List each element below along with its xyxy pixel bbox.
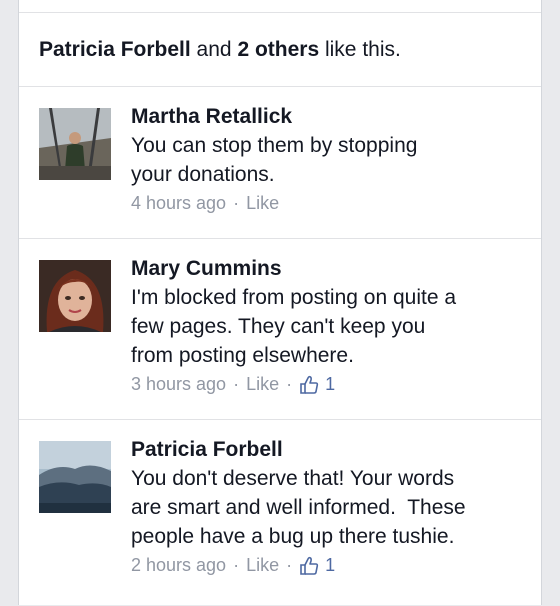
avatar[interactable] [39, 260, 111, 332]
avatar-photo [39, 441, 111, 513]
like-link[interactable]: Like [246, 189, 279, 218]
liker-name[interactable]: Patricia Forbell [39, 38, 191, 62]
meta-separator: · [233, 555, 240, 575]
comment-text-line: I'm blocked from posting on quite a [131, 286, 457, 309]
thumbs-up-icon[interactable] [299, 375, 319, 395]
comment-time[interactable]: 4 hours ago [131, 189, 226, 218]
comment-text-line: few pages. They can't keep you [131, 315, 426, 338]
comment-item: Martha Retallick You can stop them by st… [19, 87, 541, 239]
avatar-photo [39, 260, 111, 332]
comment-item: Mary Cummins I'm blocked from posting on… [19, 239, 541, 420]
like-count[interactable]: 1 [325, 370, 335, 399]
meta-separator: · [286, 374, 293, 394]
comment-meta: 2 hours ago · Like · 1 [131, 551, 529, 580]
comment-text-line: You don't deserve that! Your words [131, 467, 455, 490]
comment-meta: 3 hours ago · Like · 1 [131, 370, 529, 399]
avatar-photo [39, 108, 111, 180]
likes-summary[interactable]: Patricia Forbell and 2 others like this. [19, 13, 541, 87]
comment-author[interactable]: Patricia Forbell [131, 435, 529, 464]
meta-separator: · [233, 374, 240, 394]
meta-separator: · [233, 193, 240, 213]
comment-time[interactable]: 2 hours ago [131, 551, 226, 580]
meta-separator: · [286, 555, 293, 575]
like-this-text: like this. [319, 37, 401, 61]
like-link[interactable]: Like [246, 370, 279, 399]
and-text: and [190, 37, 238, 61]
like-link[interactable]: Like [246, 551, 279, 580]
comment-item: Patricia Forbell You don't deserve that!… [19, 420, 541, 606]
avatar[interactable] [39, 441, 111, 513]
top-divider [19, 0, 541, 13]
thumbs-up-icon[interactable] [299, 556, 319, 576]
comment-text-line: your donations. [131, 163, 275, 186]
like-count[interactable]: 1 [325, 551, 335, 580]
comment-author[interactable]: Mary Cummins [131, 254, 529, 283]
comment-text-line: from posting elsewhere. [131, 344, 354, 367]
comments-card: Patricia Forbell and 2 others like this.… [18, 0, 542, 605]
comment-author[interactable]: Martha Retallick [131, 102, 529, 131]
avatar[interactable] [39, 108, 111, 180]
comment-text-line: You can stop them by stopping [131, 134, 418, 157]
comment-text-line: people have a bug up there tushie. [131, 525, 455, 548]
comment-meta: 4 hours ago · Like [131, 189, 529, 218]
others-link[interactable]: 2 others [237, 38, 319, 62]
comment-time[interactable]: 3 hours ago [131, 370, 226, 399]
comment-text-line: are smart and well informed. These [131, 496, 466, 519]
